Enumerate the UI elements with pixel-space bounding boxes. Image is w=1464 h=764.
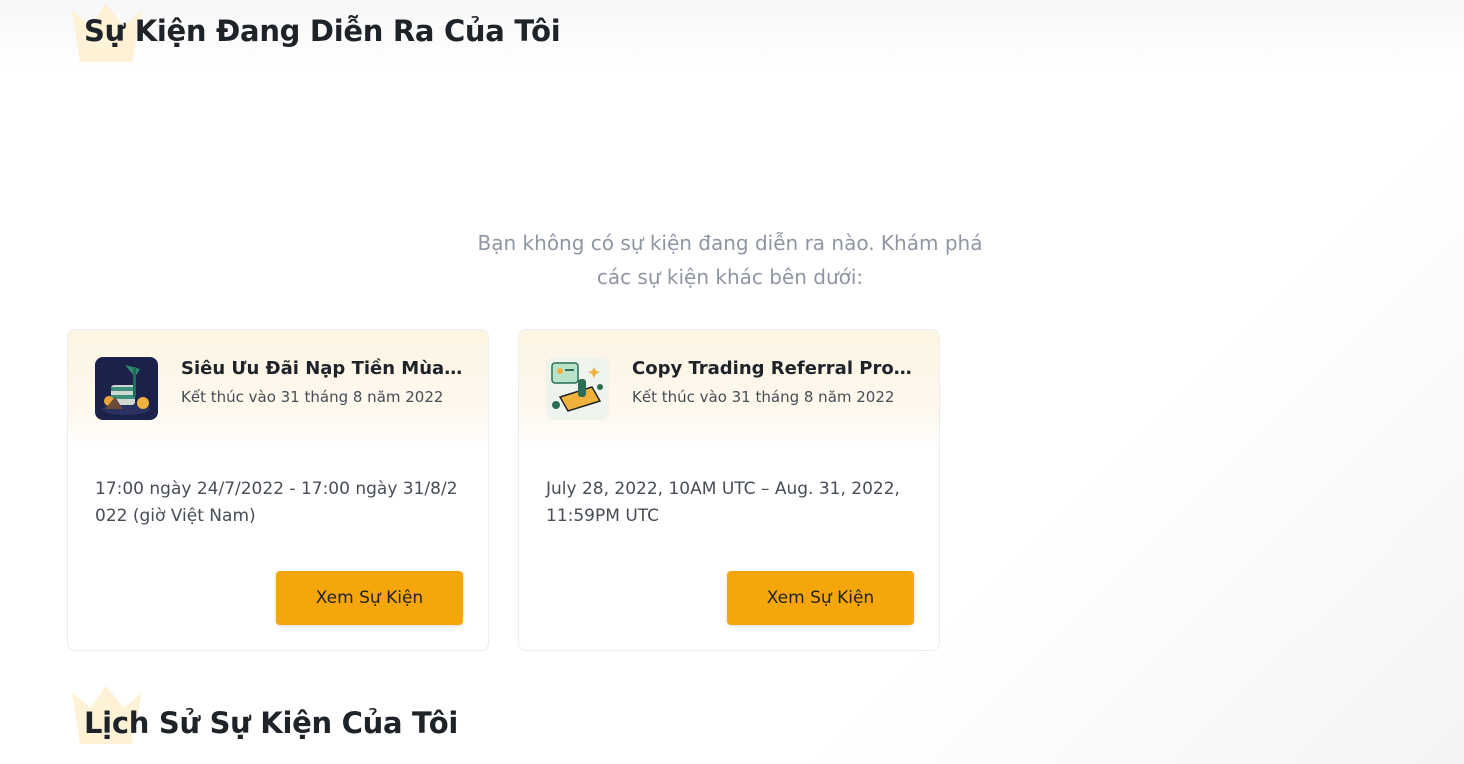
event-period: July 28, 2022, 10AM UTC – Aug. 31, 2022,… bbox=[546, 479, 900, 526]
event-title: Siêu Ưu Đãi Nạp Tiền Mùa Hè Binance Việt… bbox=[181, 358, 466, 379]
empty-state-message: Bạn không có sự kiện đang diễn ra nào. K… bbox=[430, 226, 1030, 294]
event-end-date: Kết thúc vào 31 tháng 8 năm 2022 bbox=[632, 388, 895, 406]
view-event-button[interactable]: Xem Sự Kiện bbox=[276, 571, 463, 625]
summer-deposit-promo-thumbnail-icon bbox=[95, 357, 158, 420]
event-history-title: Lịch Sử Sự Kiện Của Tôi bbox=[84, 706, 459, 740]
view-event-button[interactable]: Xem Sự Kiện bbox=[727, 571, 914, 625]
event-card: Copy Trading Referral Program Kết thúc v… bbox=[518, 329, 940, 651]
copy-trading-referral-thumbnail-icon bbox=[546, 357, 609, 420]
event-end-date: Kết thúc vào 31 tháng 8 năm 2022 bbox=[181, 388, 444, 406]
empty-state-line-2: các sự kiện khác bên dưới: bbox=[596, 265, 864, 289]
empty-state-line-1: Bạn không có sự kiện đang diễn ra nào. K… bbox=[477, 231, 983, 255]
event-title: Copy Trading Referral Program bbox=[632, 358, 917, 379]
event-card: Siêu Ưu Đãi Nạp Tiền Mùa Hè Binance Việt… bbox=[67, 329, 489, 651]
ongoing-events-title: Sự Kiện Đang Diễn Ra Của Tôi bbox=[84, 14, 561, 48]
event-period: 17:00 ngày 24/7/2022 - 17:00 ngày 31/8/2… bbox=[95, 479, 458, 526]
